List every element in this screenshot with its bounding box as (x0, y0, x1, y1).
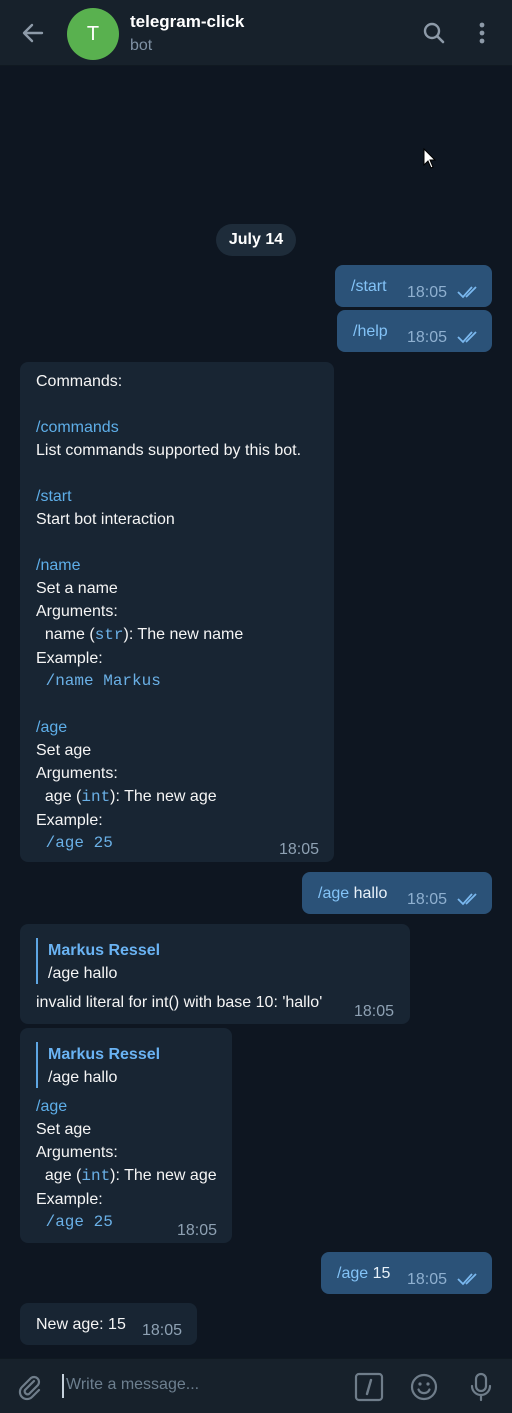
double-check-icon (457, 286, 477, 299)
message-text: invalid literal for int() with base 10: … (36, 994, 323, 1011)
reply-text: /age hallo (48, 1069, 118, 1086)
message-time: 18:05 (407, 329, 448, 346)
outgoing-message[interactable]: /help 18:05 (337, 310, 492, 352)
message-line: Arguments: (36, 1144, 118, 1161)
message-line: Set age (36, 742, 92, 759)
code-inline[interactable]: int (81, 788, 110, 806)
message-line: Set a name (36, 580, 118, 597)
message-time: 18:05 (279, 841, 320, 858)
incoming-message[interactable]: Commands: /commands List commands suppor… (20, 362, 334, 862)
message-time: 18:05 (407, 1271, 448, 1288)
emoji-icon[interactable] (409, 1372, 439, 1402)
message-text: name ( (36, 626, 95, 643)
text-caret (62, 1374, 64, 1398)
incoming-message[interactable]: Markus Ressel /age hallo /age Set age Ar… (20, 1028, 232, 1243)
message-time: 18:05 (177, 1222, 218, 1239)
message-line: Arguments: (36, 603, 118, 620)
message-composer: Write a message... (0, 1358, 512, 1413)
bot-commands-icon[interactable] (354, 1372, 384, 1402)
chat-header: T telegram-click bot (0, 0, 512, 66)
message-input[interactable]: Write a message... (66, 1376, 199, 1394)
command-link[interactable]: /age (36, 716, 301, 739)
avatar[interactable]: T (67, 8, 119, 60)
command-link[interactable]: /age (318, 885, 349, 902)
double-check-icon (457, 893, 477, 906)
reply-quote[interactable] (36, 938, 38, 984)
reply-text: /age hallo (48, 965, 118, 982)
back-arrow-icon[interactable] (20, 20, 46, 46)
more-options-icon[interactable] (469, 20, 495, 46)
command-link[interactable]: /start (36, 485, 301, 508)
message-line: Example: (36, 650, 103, 667)
command-link[interactable]: /start (351, 275, 387, 298)
message-line: Example: (36, 812, 103, 829)
message-time: 18:05 (142, 1322, 183, 1339)
reply-author: Markus Ressel (48, 942, 161, 959)
message-text: hallo (349, 885, 388, 902)
microphone-icon[interactable] (466, 1372, 496, 1402)
message-time: 18:05 (354, 1003, 395, 1020)
message-text: ): The new name (123, 626, 244, 643)
message-text: ): The new age (110, 1167, 217, 1184)
message-text: ): The new age (110, 788, 217, 805)
message-line: Start bot interaction (36, 511, 175, 528)
outgoing-message[interactable]: /age hallo 18:05 (302, 872, 492, 914)
code-inline[interactable]: /age 25 (36, 832, 301, 855)
incoming-message[interactable]: Markus Ressel /age hallo invalid literal… (20, 924, 410, 1024)
reply-author: Markus Ressel (48, 1046, 161, 1063)
message-text: age ( (36, 1167, 82, 1184)
code-inline[interactable]: int (81, 1167, 110, 1185)
command-link[interactable]: /age (36, 1095, 217, 1118)
message-time: 18:05 (407, 284, 448, 301)
command-link[interactable]: /help (353, 320, 388, 343)
command-link[interactable]: /name (36, 554, 301, 577)
outgoing-message[interactable]: /age 15 18:05 (321, 1252, 492, 1294)
message-text: 15 (368, 1265, 391, 1282)
message-line: Arguments: (36, 765, 118, 782)
date-badge: July 14 (216, 224, 296, 256)
command-link[interactable]: /age (337, 1265, 368, 1282)
attach-icon[interactable] (14, 1372, 44, 1402)
incoming-message[interactable]: New age: 15 18:05 (20, 1303, 197, 1345)
chat-subtitle: bot (130, 37, 153, 54)
message-text: New age: 15 (36, 1316, 126, 1333)
chat-title[interactable]: telegram-click (130, 12, 244, 32)
code-inline[interactable]: str (95, 626, 124, 644)
command-link[interactable]: /commands (36, 416, 301, 439)
reply-quote[interactable] (36, 1042, 38, 1088)
message-time: 18:05 (407, 891, 448, 908)
message-line: List commands supported by this bot. (36, 442, 302, 459)
mouse-pointer-icon (423, 148, 437, 169)
double-check-icon (457, 331, 477, 344)
message-line: Set age (36, 1121, 92, 1138)
message-line: Example: (36, 1191, 103, 1208)
code-inline[interactable]: /name Markus (36, 670, 301, 693)
message-line: Commands: (36, 373, 123, 390)
message-text: age ( (36, 788, 82, 805)
double-check-icon (457, 1273, 477, 1286)
search-icon[interactable] (421, 20, 447, 46)
outgoing-message[interactable]: /start 18:05 (335, 265, 492, 307)
